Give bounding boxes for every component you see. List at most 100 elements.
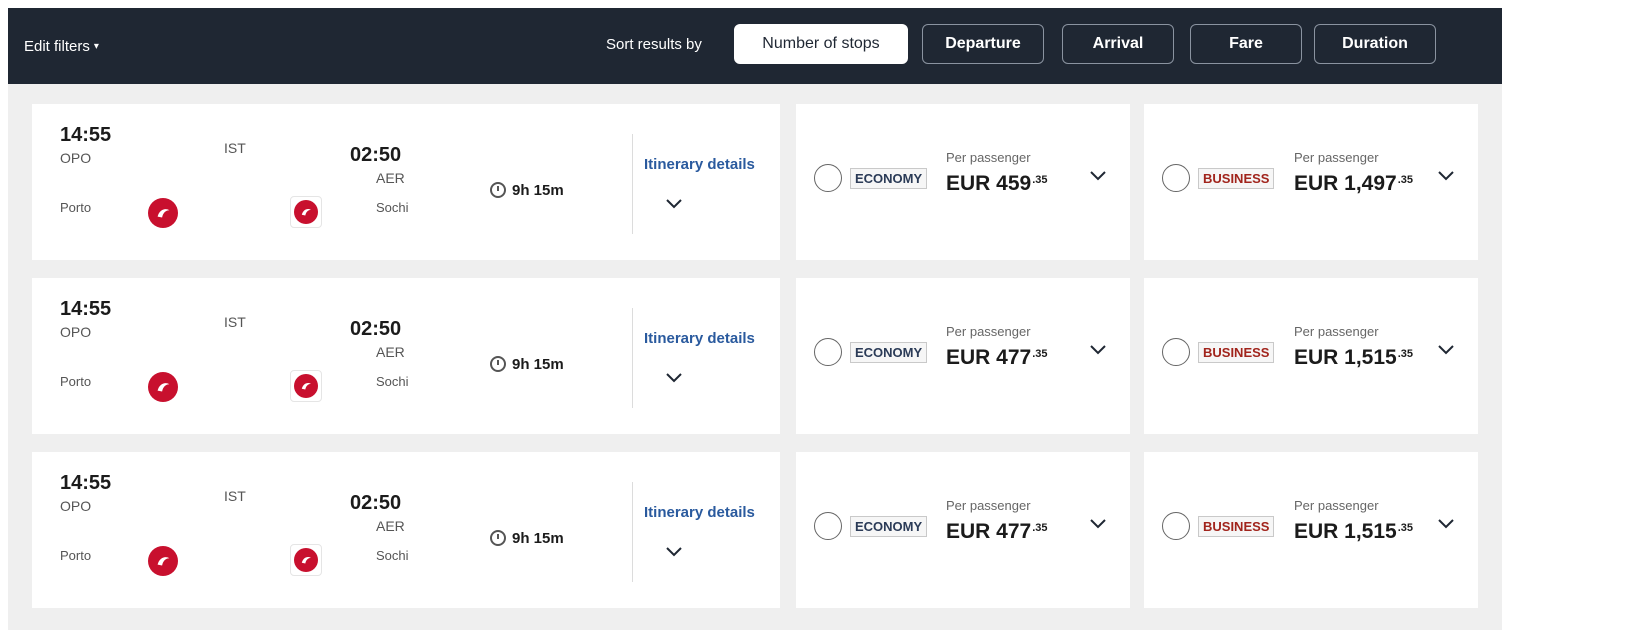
price-cents: .35 — [1032, 522, 1048, 534]
flight-card: 14:55 OPO Porto IST 02:50 AER Sochi 9h 1… — [32, 452, 780, 608]
price-amount: EUR 1,515 — [1294, 346, 1397, 369]
stopover-code: IST — [224, 488, 246, 504]
flight-duration: 9h 15m — [512, 530, 564, 547]
sort-fare-button[interactable]: Fare — [1190, 24, 1302, 64]
airline-logo-icon — [290, 544, 322, 576]
chevron-down-icon[interactable] — [1090, 516, 1106, 532]
chevron-down-icon[interactable] — [666, 370, 682, 386]
economy-fare-card[interactable]: ECONOMY Per passenger EUR 477.35 — [796, 452, 1130, 608]
price-amount: EUR 477 — [946, 520, 1032, 543]
airline-logo-icon — [290, 370, 322, 402]
clock-icon — [490, 182, 506, 198]
arrival-city: Sochi — [376, 200, 409, 215]
itinerary-details-link[interactable]: Itinerary details — [644, 156, 755, 173]
airline-logo-icon — [290, 196, 322, 228]
airline-logo-icon — [148, 198, 178, 228]
itinerary-details-link[interactable]: Itinerary details — [644, 504, 755, 521]
departure-time: 14:55 — [60, 472, 112, 494]
caret-down-icon: ▾ — [93, 40, 99, 52]
departure-city: Porto — [60, 548, 92, 563]
per-passenger-label: Per passenger — [1294, 324, 1379, 339]
sort-duration-button[interactable]: Duration — [1314, 24, 1436, 64]
business-badge: BUSINESS — [1198, 516, 1275, 537]
business-price: EUR 1,515.35 — [1294, 346, 1413, 370]
chevron-down-icon[interactable] — [1438, 342, 1454, 358]
chevron-down-icon[interactable] — [666, 196, 682, 212]
economy-badge: ECONOMY — [850, 516, 928, 537]
economy-price: EUR 477.35 — [946, 520, 1048, 544]
arrival-city: Sochi — [376, 374, 409, 389]
arrival-time: 02:50 — [350, 318, 402, 340]
per-passenger-label: Per passenger — [1294, 498, 1379, 513]
price-cents: .35 — [1032, 174, 1048, 186]
price-cents: .35 — [1397, 174, 1414, 186]
business-fare-card[interactable]: BUSINESS Per passenger EUR 1,497.35 — [1144, 104, 1478, 260]
per-passenger-label: Per passenger — [946, 324, 1031, 339]
divider — [632, 134, 633, 234]
sort-arrival-button[interactable]: Arrival — [1062, 24, 1174, 64]
price-amount: EUR 1,497 — [1294, 172, 1397, 195]
per-passenger-label: Per passenger — [946, 150, 1031, 165]
flight-row: 14:55 OPO Porto IST 02:50 AER Sochi 9h 1… — [32, 278, 1478, 434]
economy-fare-card[interactable]: ECONOMY Per passenger EUR 459.35 — [796, 104, 1130, 260]
departure-code: OPO — [60, 498, 92, 514]
sort-stops-button[interactable]: Number of stops — [734, 24, 908, 64]
business-fare-card[interactable]: BUSINESS Per passenger EUR 1,515.35 — [1144, 452, 1478, 608]
economy-fare-radio[interactable] — [814, 164, 842, 192]
edit-filters-label: Edit filters — [24, 37, 90, 55]
price-cents: .35 — [1032, 348, 1048, 360]
flight-card: 14:55 OPO Porto IST 02:50 AER Sochi 9h 1… — [32, 278, 780, 434]
departure-time: 14:55 — [60, 124, 112, 146]
per-passenger-label: Per passenger — [946, 498, 1031, 513]
divider — [632, 308, 633, 408]
business-price: EUR 1,497.35 — [1294, 172, 1413, 196]
chevron-down-icon[interactable] — [1438, 168, 1454, 184]
departure-code: OPO — [60, 324, 92, 340]
arrival-code: AER — [376, 170, 405, 186]
airline-logo-icon — [148, 372, 178, 402]
business-fare-card[interactable]: BUSINESS Per passenger EUR 1,515.35 — [1144, 278, 1478, 434]
business-fare-radio[interactable] — [1162, 338, 1190, 366]
itinerary-details-link[interactable]: Itinerary details — [644, 330, 755, 347]
clock-icon — [490, 530, 506, 546]
chevron-down-icon[interactable] — [666, 544, 682, 560]
economy-fare-card[interactable]: ECONOMY Per passenger EUR 477.35 — [796, 278, 1130, 434]
stopover-code: IST — [224, 314, 246, 330]
edit-filters-button[interactable]: Edit filters ▾ — [24, 30, 99, 62]
chevron-down-icon[interactable] — [1438, 516, 1454, 532]
departure-time: 14:55 — [60, 298, 112, 320]
business-fare-radio[interactable] — [1162, 512, 1190, 540]
price-cents: .35 — [1397, 348, 1414, 360]
business-badge: BUSINESS — [1198, 168, 1275, 189]
price-amount: EUR 1,515 — [1294, 520, 1397, 543]
flight-duration: 9h 15m — [512, 356, 564, 373]
arrival-city: Sochi — [376, 548, 409, 563]
economy-fare-radio[interactable] — [814, 512, 842, 540]
chevron-down-icon[interactable] — [1090, 342, 1106, 358]
arrival-time: 02:50 — [350, 144, 402, 166]
economy-fare-radio[interactable] — [814, 338, 842, 366]
price-amount: EUR 459 — [946, 172, 1032, 195]
arrival-time: 02:50 — [350, 492, 402, 514]
per-passenger-label: Per passenger — [1294, 150, 1379, 165]
economy-price: EUR 477.35 — [946, 346, 1048, 370]
arrival-code: AER — [376, 518, 405, 534]
flight-card: 14:55 OPO Porto IST 02:50 AER Sochi 9h 1… — [32, 104, 780, 260]
divider — [632, 482, 633, 582]
economy-badge: ECONOMY — [850, 168, 928, 189]
departure-city: Porto — [60, 374, 92, 389]
business-price: EUR 1,515.35 — [1294, 520, 1413, 544]
price-cents: .35 — [1397, 522, 1414, 534]
flight-row: 14:55 OPO Porto IST 02:50 AER Sochi 9h 1… — [32, 104, 1478, 260]
chevron-down-icon[interactable] — [1090, 168, 1106, 184]
flight-row: 14:55 OPO Porto IST 02:50 AER Sochi 9h 1… — [32, 452, 1478, 608]
sort-departure-button[interactable]: Departure — [922, 24, 1044, 64]
flight-duration: 9h 15m — [512, 182, 564, 199]
sort-results-label: Sort results by — [606, 36, 702, 53]
departure-code: OPO — [60, 150, 92, 166]
clock-icon — [490, 356, 506, 372]
departure-city: Porto — [60, 200, 92, 215]
business-fare-radio[interactable] — [1162, 164, 1190, 192]
airline-logo-icon — [148, 546, 178, 576]
arrival-code: AER — [376, 344, 405, 360]
